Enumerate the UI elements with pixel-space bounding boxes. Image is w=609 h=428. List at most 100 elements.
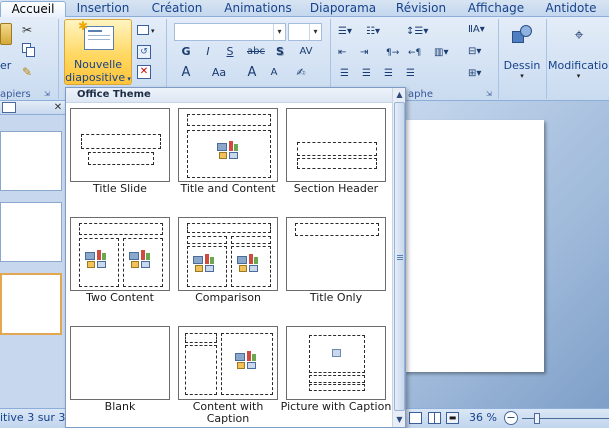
text-direction-ltr-icon[interactable]: ¶→ [386, 46, 406, 60]
zoom-out-icon[interactable]: − [504, 411, 518, 425]
layout-preview [70, 217, 170, 291]
slideshow-view-icon[interactable]: ▬ [446, 412, 459, 424]
paragraph-dialog-launcher-icon[interactable]: ⇲ [486, 90, 495, 99]
scroll-up-arrow-icon[interactable]: ▲ [393, 88, 406, 101]
strikethrough-button[interactable]: abc [244, 44, 268, 61]
modification-button[interactable]: ⌖ Modification ▾ [548, 21, 609, 87]
character-spacing-button[interactable]: AV [292, 44, 320, 61]
zoom-level[interactable]: 36 % [469, 411, 497, 424]
align-text-icon[interactable]: ⊟▾ [468, 45, 488, 59]
tab-affichage[interactable]: Affichage [462, 1, 530, 17]
font-size-combo[interactable]: ▾ [288, 23, 322, 41]
layout-preview [178, 217, 278, 291]
clear-formatting-icon[interactable]: ✍ [292, 65, 310, 82]
scrollbar-thumb[interactable] [394, 102, 405, 411]
tab-diaporama[interactable]: Diaporama [308, 1, 378, 17]
dessin-button[interactable]: Dessin ▾ [503, 21, 541, 87]
paragraph-group-label: aphe [408, 89, 433, 100]
font-name-combo[interactable]: ▾ [174, 23, 286, 41]
tab-antidote[interactable]: Antidote [540, 1, 602, 17]
slides-tab-icon[interactable] [2, 102, 16, 113]
layout-caption: Picture with Caption [280, 400, 392, 413]
italic-button[interactable]: I [198, 44, 218, 61]
layout-preview [286, 217, 386, 291]
font-name-dropdown-icon[interactable]: ▾ [273, 24, 285, 40]
justify-icon[interactable]: ☰ [406, 67, 422, 81]
layout-caption: Title and Content [180, 182, 276, 195]
tab-revision[interactable]: Révision [392, 1, 450, 17]
slide-sorter-icon[interactable] [428, 412, 441, 424]
slide-editing-area[interactable] [404, 101, 609, 408]
align-center-icon[interactable]: ☰ [362, 67, 378, 81]
new-slide-button[interactable]: ✱ Nouvelle diapositive ▾ [64, 19, 132, 85]
text-orientation-icon[interactable]: ⅡA▾ [468, 23, 488, 37]
copy-icon[interactable] [22, 43, 36, 57]
chevron-down-icon: ▾ [576, 72, 581, 80]
gallery-header: Office Theme [66, 88, 392, 103]
text-direction-rtl-icon[interactable]: ←¶ [408, 46, 428, 60]
chevron-down-icon: ▾ [520, 72, 524, 80]
content-insert-icon [235, 351, 259, 371]
picture-placeholder-icon [332, 349, 341, 357]
font-size-dropdown-icon[interactable]: ▾ [309, 24, 321, 40]
zoom-slider[interactable] [522, 413, 609, 424]
layout-caption: Blank [104, 400, 136, 413]
new-slide-icon: ✱ [78, 20, 114, 50]
zoom-slider-thumb[interactable] [534, 413, 540, 424]
slide-thumbnail-1[interactable] [0, 131, 62, 191]
tab-animations[interactable]: Animations [222, 1, 294, 17]
font-color-button[interactable]: A [176, 65, 196, 82]
tab-insertion[interactable]: Insertion [72, 1, 134, 17]
content-insert-icon [85, 250, 109, 270]
layout-button-icon[interactable]: ▾ [137, 25, 155, 39]
delete-slide-icon[interactable]: ✕ [137, 65, 151, 79]
tab-creation[interactable]: Création [145, 1, 209, 17]
reset-slide-icon[interactable]: ↺ [137, 45, 151, 59]
layout-preview [70, 108, 170, 182]
shrink-font-button[interactable]: A [264, 65, 284, 82]
content-insert-icon [217, 141, 241, 161]
layout-caption: Content with Caption [192, 400, 264, 425]
slide-thumbnail-3[interactable] [0, 273, 62, 335]
bullets-icon[interactable]: ☰▾ [338, 25, 360, 39]
layout-caption: Section Header [293, 182, 379, 195]
numbering-icon[interactable]: ☷▾ [366, 25, 388, 39]
scroll-down-arrow-icon[interactable]: ▼ [393, 413, 406, 426]
smartart-icon[interactable]: ⊞▾ [468, 67, 488, 81]
gallery-scrollbar[interactable]: ▲ ▼ [392, 88, 405, 427]
decrease-indent-icon[interactable]: ⇤ [338, 46, 354, 60]
chevron-down-icon: ▾ [125, 75, 131, 83]
layout-preview [286, 326, 386, 400]
layout-preview [70, 326, 170, 400]
change-case-button[interactable]: Aa [206, 65, 232, 82]
tab-accueil[interactable]: Accueil [0, 1, 66, 18]
layout-caption: Comparison [195, 291, 261, 304]
underline-button[interactable]: S [220, 44, 240, 61]
cut-icon[interactable]: ✂ [22, 23, 36, 37]
layout-caption: Two Content [86, 291, 154, 304]
paste-label[interactable]: er [0, 59, 11, 72]
slide-thumbnail-2[interactable] [0, 202, 62, 262]
columns-icon[interactable]: ▥▾ [434, 46, 456, 60]
increase-indent-icon[interactable]: ⇥ [360, 46, 376, 60]
content-insert-icon [193, 254, 217, 274]
new-slide-label-2: diapositive ▾ [65, 71, 131, 84]
layout-caption: Title Only [309, 291, 363, 304]
shadow-button[interactable]: S [270, 44, 290, 61]
new-slide-label: Nouvelle [73, 58, 123, 71]
line-spacing-icon[interactable]: ↕☰▾ [406, 25, 428, 39]
paste-icon[interactable] [0, 23, 12, 45]
bold-button[interactable]: G [176, 44, 196, 61]
align-right-icon[interactable]: ☰ [384, 67, 400, 81]
current-slide[interactable] [404, 120, 544, 372]
grow-font-button[interactable]: A [242, 65, 262, 82]
slides-pane: ✕ [0, 101, 66, 408]
binoculars-icon: ⌖ [574, 25, 584, 44]
close-pane-icon[interactable]: ✕ [52, 101, 64, 114]
align-left-icon[interactable]: ☰ [340, 67, 356, 81]
clipboard-group-label: apiers [0, 89, 31, 100]
normal-view-icon[interactable] [409, 412, 422, 424]
clipboard-dialog-launcher-icon[interactable]: ⇲ [44, 90, 53, 99]
format-painter-icon[interactable]: ✎ [22, 65, 36, 79]
new-slide-label-text: diapositive [65, 71, 126, 84]
